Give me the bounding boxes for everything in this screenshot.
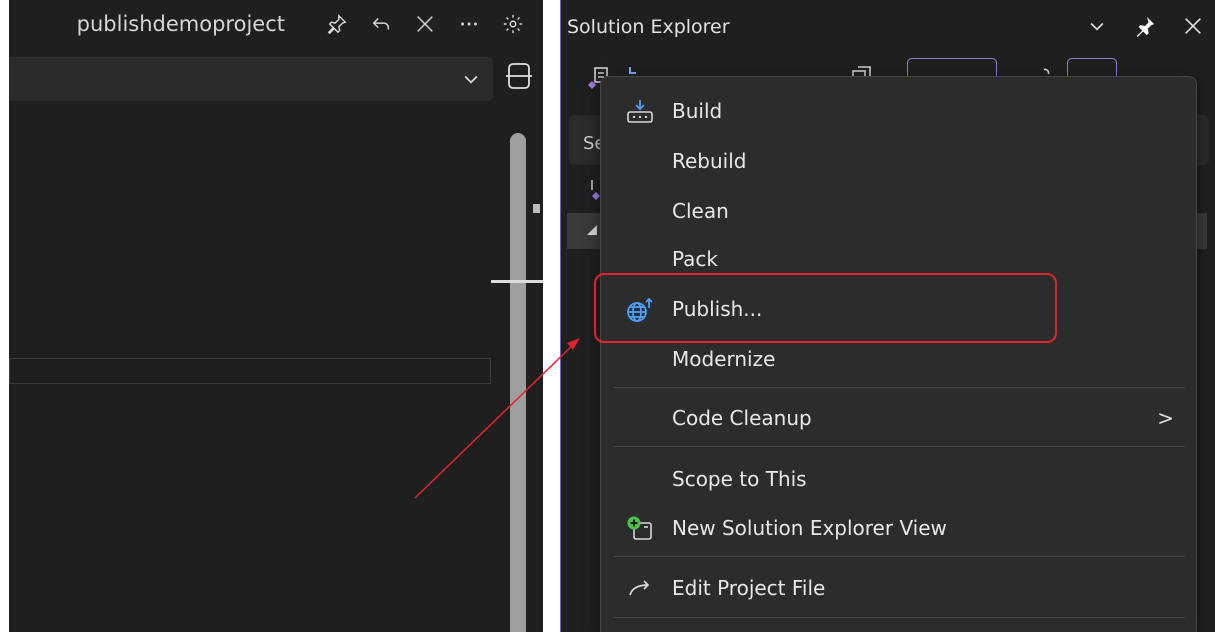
menu-item-label: Scope to This bbox=[672, 467, 807, 491]
scrollbar-annotation-marker bbox=[533, 204, 540, 213]
menu-separator bbox=[613, 387, 1185, 388]
document-tab-title[interactable]: publishdemoproject bbox=[77, 12, 285, 36]
menu-item-label: Code Cleanup bbox=[672, 406, 812, 430]
close-icon[interactable] bbox=[413, 12, 437, 36]
menu-item-new-solution-explorer-view[interactable]: New Solution Explorer View bbox=[601, 505, 1198, 551]
menu-item-label: New Solution Explorer View bbox=[672, 516, 947, 540]
menu-item-label: Edit Project File bbox=[672, 576, 826, 600]
menu-separator bbox=[613, 446, 1185, 447]
chevron-down-icon[interactable] bbox=[1085, 14, 1109, 38]
editor-region bbox=[9, 358, 491, 384]
menu-item-label: Clean bbox=[672, 199, 729, 223]
publish-highlight-box bbox=[594, 273, 1057, 343]
submenu-arrow-icon: > bbox=[1157, 406, 1174, 430]
menu-item-edit-project-file[interactable]: Edit Project File bbox=[601, 565, 1198, 611]
edit-arrow-icon bbox=[625, 575, 655, 603]
navigation-dropdown[interactable] bbox=[9, 57, 493, 101]
project-context-menu: Build Rebuild Clean Pack Publish... Mode… bbox=[600, 76, 1197, 632]
scrollbar-position-marker[interactable] bbox=[491, 280, 543, 283]
menu-item-scope-to-this[interactable]: Scope to This bbox=[601, 456, 1198, 502]
new-view-icon bbox=[625, 515, 655, 543]
more-options-icon[interactable] bbox=[457, 12, 481, 36]
build-icon bbox=[625, 98, 655, 126]
menu-item-clean[interactable]: Clean bbox=[601, 188, 1198, 234]
menu-item-code-cleanup[interactable]: Code Cleanup > bbox=[601, 395, 1198, 441]
menu-item-label: Rebuild bbox=[672, 149, 747, 173]
menu-item-build[interactable]: Build bbox=[601, 88, 1198, 134]
chevron-down-icon bbox=[461, 69, 481, 93]
solution-explorer-title: Solution Explorer bbox=[567, 16, 730, 38]
pin-filled-icon[interactable] bbox=[1133, 14, 1157, 38]
menu-item-label: Modernize bbox=[672, 347, 776, 371]
pin-icon[interactable] bbox=[325, 12, 349, 36]
menu-separator bbox=[613, 556, 1185, 557]
menu-item-rebuild[interactable]: Rebuild bbox=[601, 138, 1198, 184]
menu-separator bbox=[613, 617, 1185, 618]
left-window-edge bbox=[0, 0, 9, 632]
vertical-scrollbar[interactable] bbox=[510, 133, 526, 632]
split-editor-icon[interactable] bbox=[501, 58, 537, 94]
solution-explorer-header-icons bbox=[1085, 14, 1205, 38]
settings-gear-icon[interactable] bbox=[501, 12, 525, 36]
close-icon[interactable] bbox=[1181, 14, 1205, 38]
menu-item-label: Pack bbox=[672, 247, 718, 271]
document-tab-bar: publishdemoproject bbox=[9, 0, 543, 48]
back-arrow-icon[interactable] bbox=[369, 12, 393, 36]
menu-item-label: Build bbox=[672, 99, 723, 123]
expand-triangle-icon[interactable] bbox=[587, 225, 597, 235]
document-pane: publishdemoproject bbox=[9, 0, 543, 632]
